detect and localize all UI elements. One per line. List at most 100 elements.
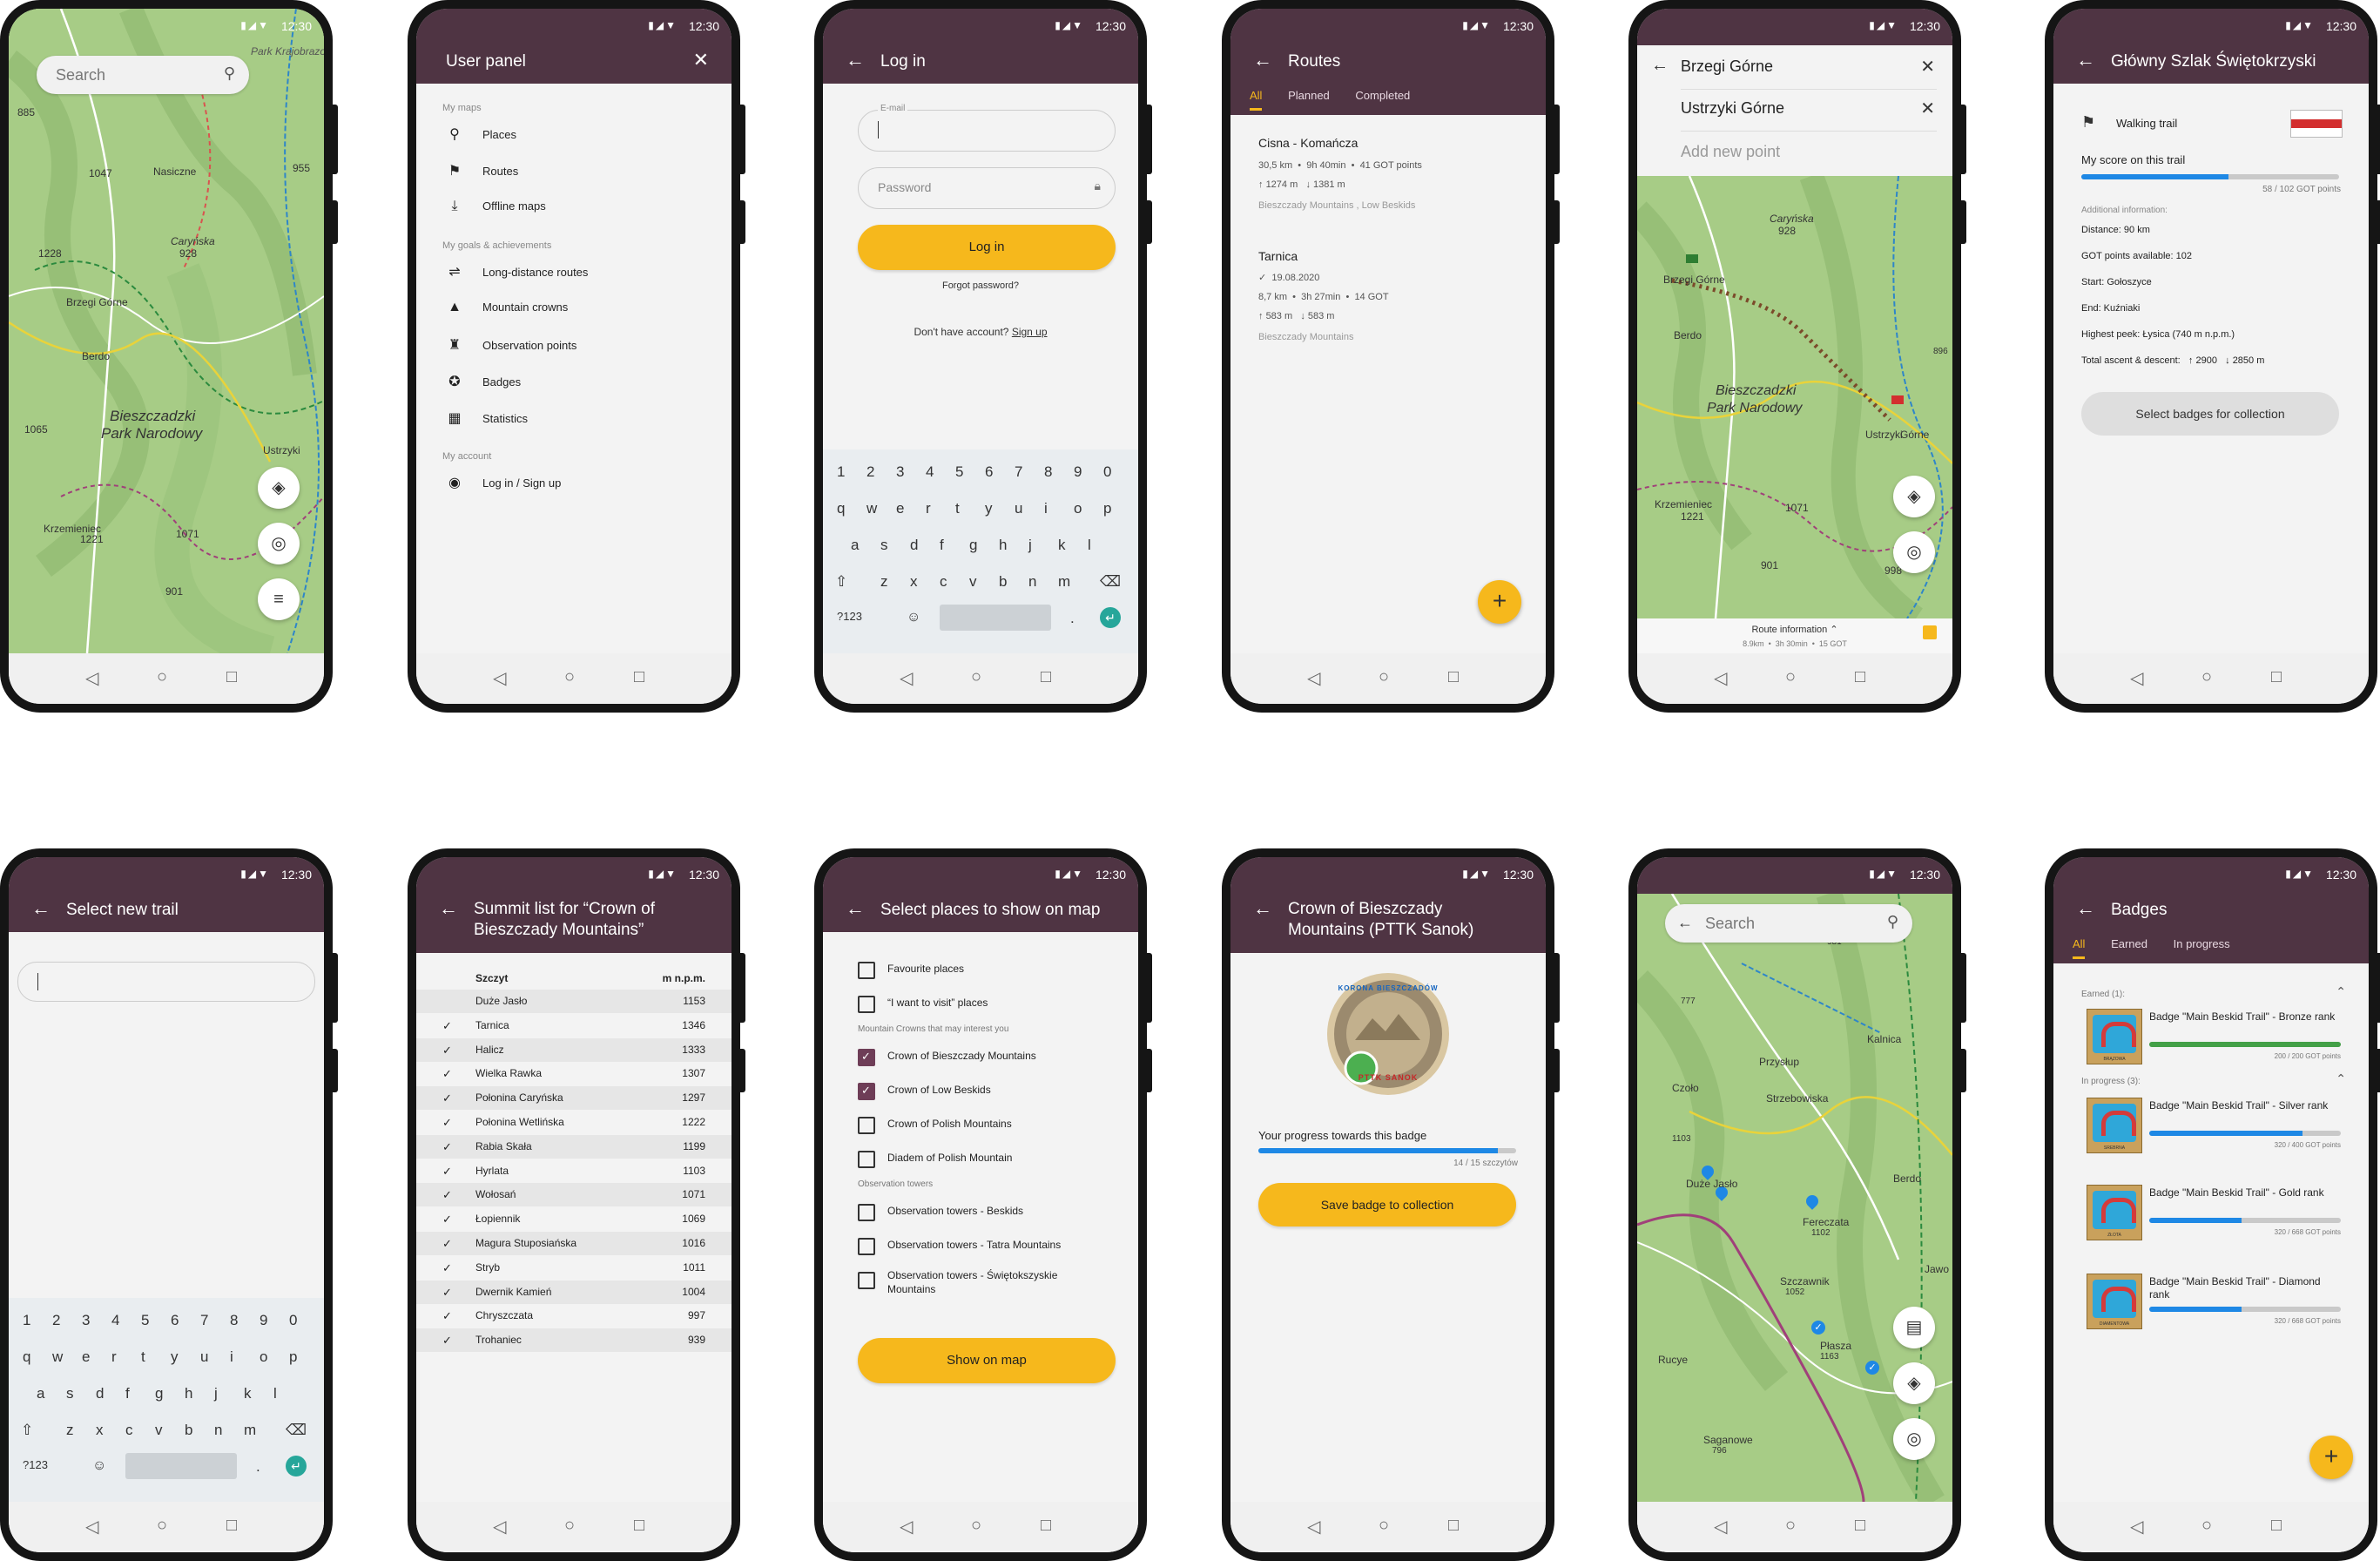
map-search-bar[interactable]: Search ⚲ [37, 56, 249, 94]
key-9[interactable]: 9 [260, 1312, 267, 1329]
back-nav-icon[interactable]: ◁ [2130, 1516, 2143, 1537]
summit-row[interactable]: ✓ Tarnica 1346 [416, 1014, 732, 1037]
back-nav-icon[interactable]: ◁ [1714, 667, 1727, 689]
checkbox[interactable] [858, 1117, 875, 1134]
menu-item-statistics[interactable]: ▦ Statistics [442, 409, 528, 427]
key-7[interactable]: 7 [1015, 463, 1022, 481]
key-w[interactable]: w [866, 500, 877, 517]
back-arrow-icon[interactable]: ← [846, 49, 865, 71]
period-key[interactable]: . [1070, 610, 1075, 627]
key-s[interactable]: s [66, 1385, 74, 1402]
checkbox[interactable] [858, 1272, 875, 1289]
checkbox[interactable] [858, 996, 875, 1013]
save-badge-button[interactable]: Save badge to collection [1258, 1183, 1516, 1226]
key-o[interactable]: o [1074, 500, 1082, 517]
key-1[interactable]: 1 [23, 1312, 30, 1329]
home-nav-icon[interactable]: ○ [1379, 667, 1389, 687]
back-arrow-icon[interactable]: ← [1253, 49, 1272, 71]
back-arrow-icon[interactable]: ← [1651, 56, 1669, 76]
map-pin-check-icon[interactable]: ✓ [1865, 1361, 1879, 1375]
key-j[interactable]: j [214, 1385, 218, 1402]
back-nav-icon[interactable]: ◁ [2130, 667, 2143, 689]
summit-row[interactable]: ✓ Połonina Caryńska 1297 [416, 1086, 732, 1111]
tab-all[interactable]: All [1250, 89, 1263, 111]
back-arrow-icon[interactable]: ← [439, 897, 458, 920]
menu-item-offline-maps[interactable]: ⤓ Offline maps [442, 199, 545, 214]
key-3[interactable]: 3 [82, 1312, 90, 1329]
back-arrow-icon[interactable]: ← [1253, 897, 1272, 920]
key-0[interactable]: 0 [1103, 463, 1111, 481]
key-8[interactable]: 8 [1044, 463, 1052, 481]
key-m[interactable]: m [1058, 573, 1070, 591]
key-v[interactable]: v [969, 573, 977, 591]
layers-button[interactable]: ◈ [1893, 1362, 1935, 1404]
home-nav-icon[interactable]: ○ [564, 667, 575, 687]
tab-all[interactable]: All [2073, 937, 2086, 959]
clear-from-icon[interactable]: ✕ [1920, 56, 1935, 78]
chevron-up-icon[interactable]: ⌃ [2336, 984, 2346, 999]
badge-image[interactable]: SREBRNA [2087, 1098, 2142, 1153]
sym-key[interactable]: ?123 [23, 1458, 48, 1471]
recents-nav-icon[interactable]: □ [1041, 1516, 1051, 1536]
home-nav-icon[interactable]: ○ [1379, 1516, 1389, 1536]
key-g[interactable]: g [155, 1385, 163, 1402]
recents-nav-icon[interactable]: □ [226, 1516, 237, 1536]
route-info-bar[interactable]: Route information ⌃ 8.9km • 3h 30min • 1… [1637, 618, 1952, 653]
tab-earned[interactable]: Earned [2111, 937, 2147, 950]
summit-row[interactable]: ✓ Wołosań 1071 [416, 1183, 732, 1207]
recents-nav-icon[interactable]: □ [1855, 1516, 1865, 1536]
checkbox[interactable] [858, 1238, 875, 1255]
key-7[interactable]: 7 [200, 1312, 208, 1329]
back-nav-icon[interactable]: ◁ [85, 667, 98, 689]
key-6[interactable]: 6 [985, 463, 993, 481]
key-a[interactable]: a [37, 1385, 44, 1402]
key-i[interactable]: i [1044, 500, 1048, 517]
space-key[interactable] [940, 605, 1051, 631]
badge-image[interactable]: BRĄZOWA [2087, 1009, 2142, 1064]
key-h[interactable]: h [185, 1385, 192, 1402]
key-h[interactable]: h [999, 537, 1007, 554]
key-s[interactable]: s [880, 537, 888, 554]
key-p[interactable]: p [1103, 500, 1111, 517]
key-a[interactable]: a [851, 537, 859, 554]
key-1[interactable]: 1 [837, 463, 845, 481]
key-8[interactable]: 8 [230, 1312, 238, 1329]
tab-in-progress[interactable]: In progress [2174, 937, 2230, 950]
keyboard[interactable]: 1 2 3 4 5 6 7 8 9 0 q w e r t y u i o p a s d f g h j k l z x c v b n m ⇧… [823, 449, 1138, 653]
key-n[interactable]: n [1028, 573, 1036, 591]
key-5[interactable]: 5 [141, 1312, 149, 1329]
layers-button[interactable]: ◈ [1893, 476, 1935, 517]
show-on-map-button[interactable]: Show on map [858, 1338, 1116, 1383]
home-nav-icon[interactable]: ○ [2201, 667, 2212, 687]
key-y[interactable]: y [171, 1348, 179, 1366]
chevron-up-icon[interactable]: ⌃ [1830, 625, 1837, 635]
signup-link[interactable]: Sign up [1012, 326, 1048, 338]
home-nav-icon[interactable]: ○ [971, 667, 981, 687]
summit-row[interactable]: ✓ Hyrlata 1103 [416, 1159, 732, 1183]
menu-item-places[interactable]: ⚲ Places [442, 125, 516, 143]
key-l[interactable]: l [1088, 537, 1091, 554]
shift-key[interactable]: ⇧ [21, 1422, 33, 1439]
summit-row[interactable]: ✓ Połonina Wetlińska 1222 [416, 1111, 732, 1134]
home-nav-icon[interactable]: ○ [564, 1516, 575, 1536]
badge-image[interactable]: ZŁOTA [2087, 1185, 2142, 1240]
back-arrow-icon[interactable]: ← [1677, 914, 1693, 932]
checkbox[interactable] [858, 1049, 875, 1066]
key-o[interactable]: o [260, 1348, 267, 1366]
enter-key[interactable]: ↵ [286, 1456, 307, 1477]
emoji-key[interactable]: ☺ [92, 1458, 106, 1474]
keyboard[interactable]: 1 2 3 4 5 6 7 8 9 0 q w e r t y u i o p a s d f g h j k l z x c v b n m ⇧… [9, 1298, 324, 1502]
summit-row[interactable]: ✓ Trohaniec 939 [416, 1328, 732, 1353]
menu-button[interactable]: ≡ [258, 578, 300, 620]
key-4[interactable]: 4 [111, 1312, 119, 1329]
recents-nav-icon[interactable]: □ [226, 667, 237, 687]
back-arrow-icon[interactable]: ← [31, 897, 51, 920]
menu-item-login[interactable]: ◉ Log in / Sign up [442, 474, 561, 491]
checkbox[interactable] [858, 1151, 875, 1168]
key-2[interactable]: 2 [866, 463, 874, 481]
key-k[interactable]: k [244, 1385, 252, 1402]
add-point-input[interactable]: Add new point [1681, 143, 1780, 161]
key-m[interactable]: m [244, 1422, 256, 1439]
key-j[interactable]: j [1028, 537, 1032, 554]
menu-item-long-distance[interactable]: ⇌ Long-distance routes [442, 263, 588, 280]
